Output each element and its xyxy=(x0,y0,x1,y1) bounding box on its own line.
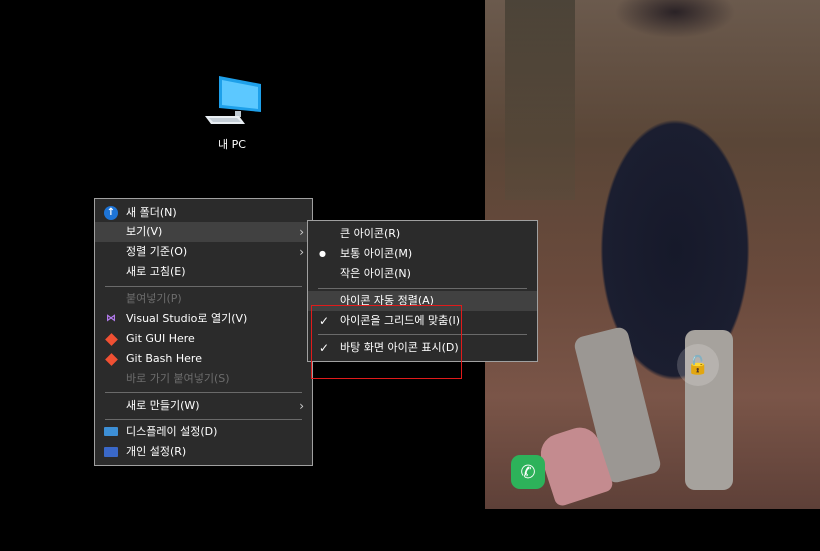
menu-separator xyxy=(105,392,302,393)
phone-icon[interactable]: ✆ xyxy=(511,455,545,489)
desktop-icon-label: 내 PC xyxy=(218,138,246,151)
menu-item-new-folder[interactable]: ↑ 새 폴더(N) xyxy=(95,203,312,223)
menu-item-git-bash[interactable]: Git Bash Here xyxy=(95,349,312,369)
menu-item-git-gui[interactable]: Git GUI Here xyxy=(95,329,312,349)
menu-item-label: 보기(V) xyxy=(126,225,163,238)
chevron-right-icon: › xyxy=(299,399,304,413)
visual-studio-icon: ⋈ xyxy=(106,313,116,324)
submenu-item-medium-icons[interactable]: ● 보통 아이콘(M) xyxy=(308,244,537,264)
menu-item-label: 작은 아이콘(N) xyxy=(340,267,411,280)
menu-separator xyxy=(318,288,527,289)
menu-item-label: Visual Studio로 열기(V) xyxy=(126,312,248,325)
menu-item-view[interactable]: 보기(V) › xyxy=(95,222,312,242)
submenu-item-large-icons[interactable]: 큰 아이콘(R) xyxy=(308,224,537,244)
menu-item-label: 바로 가기 붙여넣기(S) xyxy=(126,372,230,385)
menu-item-paste: 붙여넣기(P) xyxy=(95,289,312,309)
desktop-context-menu: ↑ 새 폴더(N) 보기(V) › 정렬 기준(O) › 새로 고침(E) 붙여… xyxy=(94,198,313,466)
menu-item-label: 새 폴더(N) xyxy=(126,206,177,219)
menu-item-label: 개인 설정(R) xyxy=(126,445,187,458)
unlock-icon[interactable]: 🔓 xyxy=(677,344,719,386)
annotation-highlight-box xyxy=(311,305,462,379)
menu-item-label: 보통 아이콘(M) xyxy=(340,247,413,260)
menu-item-paste-shortcut: 바로 가기 붙여넣기(S) xyxy=(95,369,312,389)
new-folder-icon: ↑ xyxy=(104,206,118,220)
git-icon xyxy=(105,333,118,346)
background-tree xyxy=(505,0,575,200)
menu-item-label: 정렬 기준(O) xyxy=(126,245,188,258)
menu-item-label: 새로 만들기(W) xyxy=(126,399,200,412)
computer-icon xyxy=(205,76,261,124)
menu-item-refresh[interactable]: 새로 고침(E) xyxy=(95,262,312,282)
menu-item-open-visual-studio[interactable]: ⋈ Visual Studio로 열기(V) xyxy=(95,309,312,329)
menu-item-label: 큰 아이콘(R) xyxy=(340,227,401,240)
radio-bullet-icon: ● xyxy=(319,249,326,258)
chevron-right-icon: › xyxy=(299,225,304,239)
menu-item-sort-by[interactable]: 정렬 기준(O) › xyxy=(95,242,312,262)
display-icon xyxy=(104,427,118,436)
personalize-icon xyxy=(104,447,118,457)
menu-item-label: Git GUI Here xyxy=(126,332,195,345)
menu-item-label: 디스플레이 설정(D) xyxy=(126,425,218,438)
chevron-right-icon: › xyxy=(299,245,304,259)
menu-item-display-settings[interactable]: 디스플레이 설정(D) xyxy=(95,422,312,442)
desktop-icon-my-pc[interactable]: 내 PC xyxy=(198,72,266,152)
menu-separator xyxy=(105,419,302,420)
submenu-item-small-icons[interactable]: 작은 아이콘(N) xyxy=(308,264,537,284)
menu-item-personalize[interactable]: 개인 설정(R) xyxy=(95,442,312,462)
menu-separator xyxy=(105,286,302,287)
menu-item-new[interactable]: 새로 만들기(W) › xyxy=(95,396,312,416)
menu-item-label: Git Bash Here xyxy=(126,352,202,365)
menu-item-label: 새로 고침(E) xyxy=(126,265,186,278)
menu-item-label: 붙여넣기(P) xyxy=(126,292,182,305)
git-icon xyxy=(105,353,118,366)
